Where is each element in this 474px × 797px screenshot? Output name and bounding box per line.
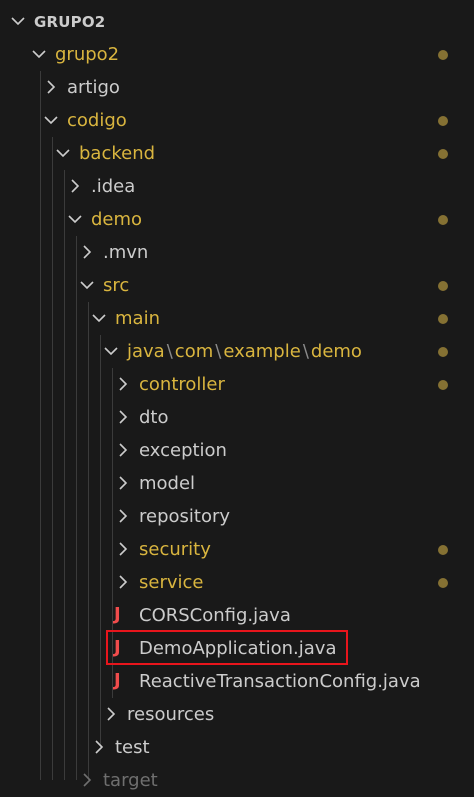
tree-item-cors-config[interactable]: J CORSConfig.java — [0, 599, 474, 632]
tree-item-label: .mvn — [103, 242, 149, 263]
tree-item-label: artigo — [67, 77, 120, 98]
tree-item-model[interactable]: model — [0, 467, 474, 500]
path-segment[interactable]: java — [127, 341, 165, 362]
chevron-right-icon[interactable] — [114, 573, 132, 591]
tree-item-label: service — [139, 572, 204, 593]
chevron-right-icon[interactable] — [114, 507, 132, 525]
tree-item-label: resources — [127, 704, 215, 725]
tree-item-label: target — [103, 770, 158, 791]
tree-item-demo[interactable]: demo — [0, 203, 474, 236]
tree-item-label: repository — [139, 506, 231, 527]
modified-indicator — [438, 215, 448, 225]
modified-indicator — [438, 149, 448, 159]
chevron-right-icon[interactable] — [66, 177, 84, 195]
chevron-right-icon[interactable] — [78, 771, 96, 789]
tree-item-backend[interactable]: backend — [0, 137, 474, 170]
tree-item-label: src — [103, 275, 130, 296]
explorer-section-header[interactable]: GRUPO2 — [0, 5, 474, 38]
tree-item-label: model — [139, 473, 196, 494]
modified-indicator — [438, 347, 448, 357]
tree-item-label: security — [139, 539, 211, 560]
path-segment[interactable]: com — [175, 341, 213, 362]
java-file-icon: J — [114, 670, 121, 691]
chevron-right-icon[interactable] — [42, 78, 60, 96]
chevron-right-icon[interactable] — [114, 375, 132, 393]
modified-indicator — [438, 116, 448, 126]
tree-item-service[interactable]: service — [0, 566, 474, 599]
chevron-right-icon[interactable] — [102, 705, 120, 723]
chevron-right-icon[interactable] — [114, 474, 132, 492]
tree-item-controller[interactable]: controller — [0, 368, 474, 401]
chevron-down-icon[interactable] — [30, 45, 48, 63]
chevron-right-icon[interactable] — [90, 738, 108, 756]
tree-item-label: dto — [139, 407, 169, 428]
chevron-right-icon[interactable] — [114, 540, 132, 558]
tree-item-exception[interactable]: exception — [0, 434, 474, 467]
path-segment[interactable]: demo — [311, 341, 362, 362]
tree-item-label: exception — [139, 440, 227, 461]
tree-item-idea[interactable]: .idea — [0, 170, 474, 203]
modified-indicator — [438, 314, 448, 324]
tree-item-label: .idea — [91, 176, 136, 197]
modified-indicator — [438, 380, 448, 390]
tree-item-label: backend — [79, 143, 156, 164]
chevron-right-icon[interactable] — [114, 408, 132, 426]
tree-item-java-package[interactable]: java \ com \ example \ demo — [0, 335, 474, 368]
path-separator: \ — [302, 341, 309, 362]
chevron-right-icon[interactable] — [114, 441, 132, 459]
tree-item-label: test — [115, 737, 150, 758]
chevron-down-icon[interactable] — [102, 342, 120, 360]
tree-item-mvn[interactable]: .mvn — [0, 236, 474, 269]
chevron-down-icon[interactable] — [90, 309, 108, 327]
java-file-icon: J — [114, 604, 121, 625]
tree-item-repository[interactable]: repository — [0, 500, 474, 533]
tree-item-label: demo — [91, 209, 143, 230]
path-segment[interactable]: example — [223, 341, 300, 362]
tree-item-reactive-config[interactable]: J ReactiveTransactionConfig.java — [0, 665, 474, 698]
tree-item-label: codigo — [67, 110, 127, 131]
tree-item-target[interactable]: target — [0, 764, 474, 797]
tree-item-src[interactable]: src — [0, 269, 474, 302]
chevron-down-icon[interactable] — [8, 11, 28, 31]
tree-item-security[interactable]: security — [0, 533, 474, 566]
chevron-down-icon[interactable] — [78, 276, 96, 294]
tree-item-main[interactable]: main — [0, 302, 474, 335]
tree-item-codigo[interactable]: codigo — [0, 104, 474, 137]
modified-indicator — [438, 50, 448, 60]
tree-item-resources[interactable]: resources — [0, 698, 474, 731]
path-separator: \ — [166, 341, 173, 362]
modified-indicator — [438, 545, 448, 555]
modified-indicator — [438, 578, 448, 588]
tree-item-label: CORSConfig.java — [139, 605, 291, 626]
modified-indicator — [438, 281, 448, 291]
explorer-panel: GRUPO2 grupo2 artigo codigo backend .ide… — [0, 0, 474, 791]
chevron-right-icon[interactable] — [78, 243, 96, 261]
path-separator: \ — [215, 341, 222, 362]
chevron-down-icon[interactable] — [54, 144, 72, 162]
highlight-annotation-box — [106, 630, 348, 665]
chevron-down-icon[interactable] — [66, 210, 84, 228]
tree-item-dto[interactable]: dto — [0, 401, 474, 434]
chevron-down-icon[interactable] — [42, 111, 60, 129]
tree-item-label: grupo2 — [55, 44, 120, 65]
tree-item-label: ReactiveTransactionConfig.java — [139, 671, 421, 692]
tree-item-artigo[interactable]: artigo — [0, 71, 474, 104]
tree-item-label: controller — [139, 374, 225, 395]
tree-item-grupo2[interactable]: grupo2 — [0, 38, 474, 71]
tree-item-test[interactable]: test — [0, 731, 474, 764]
tree-item-label: main — [115, 308, 160, 329]
section-title: GRUPO2 — [34, 13, 106, 31]
compact-folder-path: java \ com \ example \ demo — [127, 335, 362, 368]
